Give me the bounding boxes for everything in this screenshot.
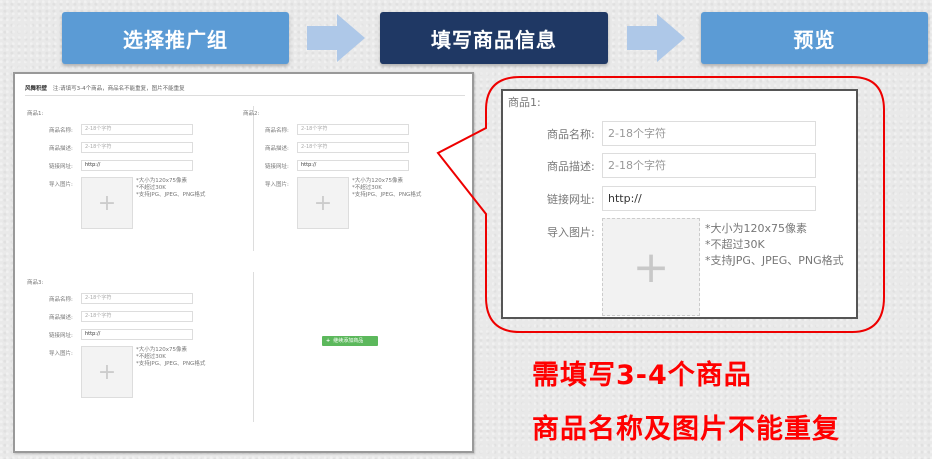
plus-icon: +	[632, 241, 670, 293]
zoom-product-name-input[interactable]: 2-18个字符	[602, 121, 816, 146]
image-note: *大小为120x75像素	[705, 222, 808, 235]
zoom-product-link-input[interactable]: http://	[602, 186, 816, 211]
image-note: *不超过30K	[705, 238, 765, 251]
zoom-link-label: 链接网址:	[547, 193, 595, 206]
zoom-product-title: 商品1:	[508, 96, 541, 109]
zoom-desc-label: 商品描述:	[547, 160, 595, 173]
zoomed-product-form: 商品1: 商品名称: 2-18个字符 商品描述: 2-18个字符 链接网址: h…	[501, 89, 858, 319]
zoom-image-upload-button[interactable]: +	[602, 218, 700, 316]
image-note: *支持JPG、JPEG、PNG格式	[705, 254, 844, 267]
zoom-image-requirements: *大小为120x75像素 *不超过30K *支持JPG、JPEG、PNG格式	[705, 221, 844, 269]
zoom-product-desc-input[interactable]: 2-18个字符	[602, 153, 816, 178]
zoom-name-label: 商品名称:	[547, 128, 595, 141]
note-no-duplicates: 商品名称及图片不能重复	[532, 414, 840, 445]
note-product-count: 需填写3-4个商品	[532, 360, 752, 391]
zoom-image-label: 导入图片:	[547, 226, 595, 239]
